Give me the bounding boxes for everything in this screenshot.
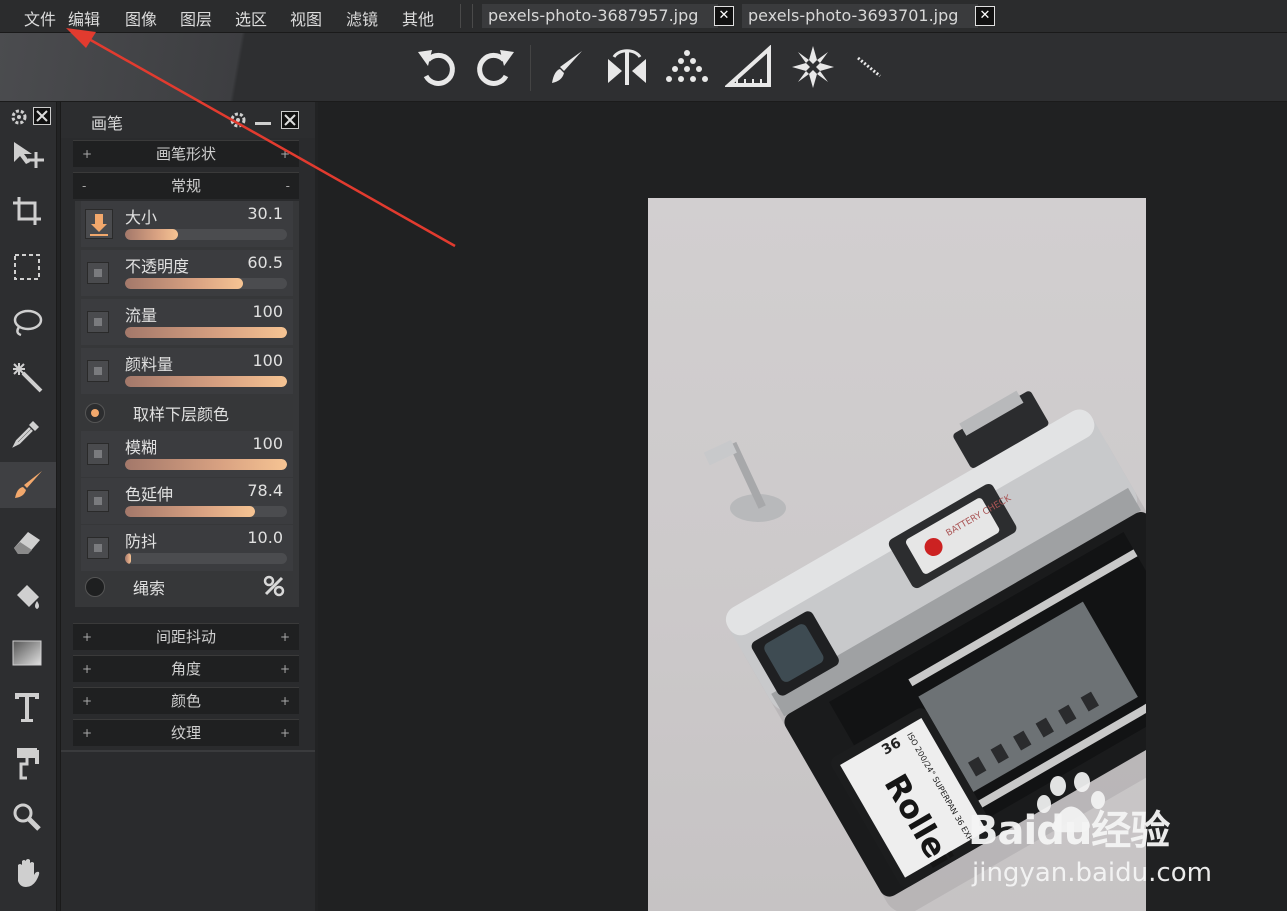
arrow-line xyxy=(79,32,456,248)
annotation-arrow xyxy=(66,28,456,248)
arrow-head xyxy=(66,28,96,48)
